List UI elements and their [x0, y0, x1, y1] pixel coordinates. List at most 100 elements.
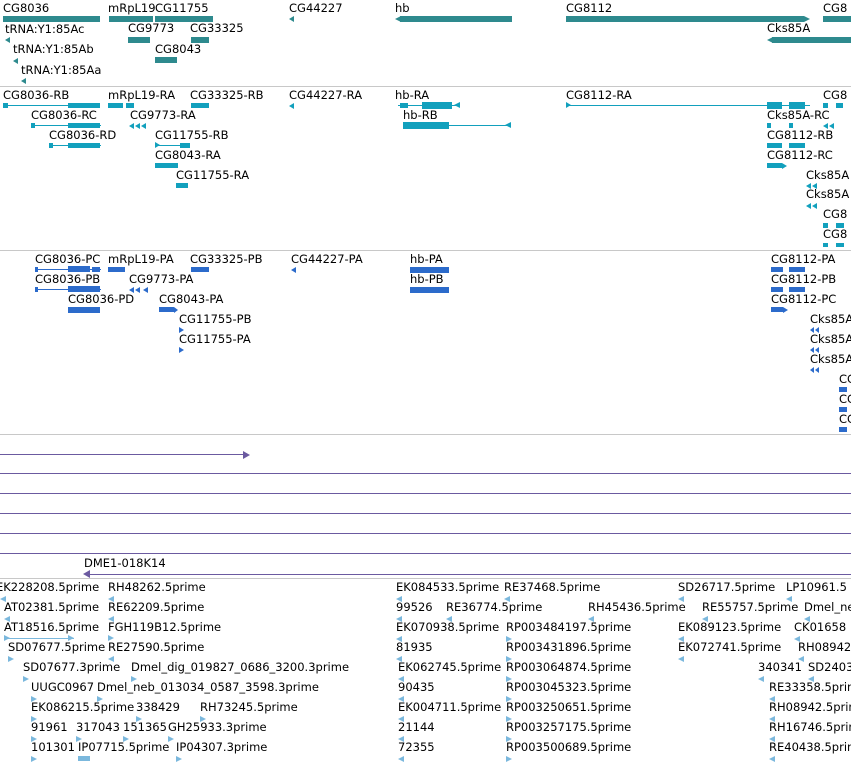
est-label[interactable]: EK228208.5prime [0, 581, 99, 594]
transcript-label[interactable]: CG8112-RA [566, 89, 632, 102]
transcript-label[interactable]: CG8036-RB [3, 89, 69, 102]
gene-label[interactable]: CG8036 [3, 2, 49, 15]
transcript-label[interactable]: mRpL19-RA [108, 89, 175, 102]
transcript-exon[interactable] [31, 123, 35, 128]
transcript-label[interactable]: CG8112-RB [767, 129, 833, 142]
est-label[interactable]: GH25933.3prime [168, 721, 267, 734]
est-label[interactable]: RH08942 [798, 641, 851, 654]
est-feature[interactable] [758, 676, 764, 682]
gene-label[interactable]: tRNA:Y1:85Ac [5, 23, 84, 36]
transcript-exon[interactable] [129, 123, 134, 129]
gene-label[interactable]: CG33325 [190, 22, 244, 35]
est-label[interactable]: Dmel_ne [804, 601, 851, 614]
protein-exon[interactable] [771, 307, 783, 312]
est-label[interactable]: 151365 [123, 721, 167, 734]
protein-label[interactable]: CG8112-PB [771, 273, 836, 286]
transcript-exon[interactable] [176, 183, 188, 188]
gene-label[interactable]: CG11755 [155, 2, 209, 15]
protein-label[interactable]: CG8036-PB [35, 273, 100, 286]
est-label[interactable]: EK086215.5prime [31, 701, 134, 714]
est-label[interactable]: RP003500689.5prime [506, 741, 631, 754]
protein-label[interactable]: CG11755-PB [179, 313, 252, 326]
gene-bar[interactable] [5, 37, 10, 43]
gene-label[interactable]: CG9773 [128, 22, 174, 35]
transcript-label[interactable]: CG9773-RA [130, 109, 196, 122]
est-label[interactable]: CK01658 [794, 621, 846, 634]
est-feature[interactable] [23, 676, 29, 682]
transcript-label[interactable]: Cks85A [806, 188, 849, 201]
est-feature[interactable] [78, 756, 90, 761]
clone-line[interactable] [0, 493, 851, 494]
protein-exon[interactable] [159, 307, 174, 312]
est-label[interactable]: EK089123.5prime [678, 621, 781, 634]
gene-label[interactable]: mRpL19 [108, 2, 156, 15]
est-label[interactable]: IP07715.5prime [78, 741, 169, 754]
est-feature[interactable] [176, 756, 182, 762]
transcript-exon[interactable] [836, 243, 844, 247]
gene-bar[interactable] [21, 78, 26, 84]
est-label[interactable]: RH16746.5prime [769, 721, 851, 734]
gene-bar[interactable] [400, 16, 512, 22]
transcript-label[interactable]: CG8036-RC [31, 109, 97, 122]
protein-label[interactable]: CG11755-PA [179, 333, 251, 346]
transcript-label[interactable]: CG8043-RA [155, 149, 221, 162]
protein-exon[interactable] [815, 367, 819, 373]
est-label[interactable]: AT18516.5prime [4, 621, 99, 634]
transcript-exon[interactable] [812, 203, 817, 209]
est-feature[interactable] [398, 756, 404, 762]
est-label[interactable]: 317043 [76, 721, 120, 734]
protein-exon[interactable] [179, 347, 184, 353]
transcript-exon[interactable] [141, 123, 146, 129]
gene-label[interactable]: CG8112 [566, 2, 612, 15]
protein-label[interactable]: CG8112-PC [771, 293, 836, 306]
est-label[interactable]: RP003064874.5prime [506, 661, 631, 674]
est-label[interactable]: EK084533.5prime [396, 581, 499, 594]
est-label[interactable]: SD07677.3prime [23, 661, 120, 674]
transcript-exon[interactable] [108, 103, 123, 108]
est-label[interactable]: RP003431896.5prime [506, 641, 631, 654]
est-feature[interactable] [769, 756, 775, 762]
clone-line[interactable] [0, 533, 851, 534]
est-label[interactable]: RP003250651.5prime [506, 701, 631, 714]
est-label[interactable]: EK004711.5prime [398, 701, 501, 714]
protein-label[interactable]: Cks85A [810, 353, 851, 366]
gene-bar[interactable] [823, 16, 851, 22]
est-label[interactable]: 90435 [398, 681, 435, 694]
est-label[interactable]: RH08942.5prime [769, 701, 851, 714]
est-label[interactable]: 72355 [398, 741, 435, 754]
protein-label[interactable]: CG8043-PA [159, 293, 223, 306]
transcript-label[interactable]: CG11755-RA [176, 169, 249, 182]
est-label[interactable]: RH48262.5prime [108, 581, 206, 594]
est-label[interactable]: RE55757.5prime [702, 601, 798, 614]
est-label[interactable]: RP003045323.5prime [506, 681, 631, 694]
est-label[interactable]: EK070938.5prime [396, 621, 499, 634]
est-label[interactable]: EK062745.5prime [398, 661, 501, 674]
est-feature[interactable] [8, 656, 14, 662]
est-label[interactable]: UUGC0967 [31, 681, 94, 694]
transcript-exon[interactable] [836, 103, 843, 108]
gene-label[interactable]: tRNA:Y1:85Aa [21, 64, 101, 77]
est-feature[interactable] [506, 756, 512, 762]
transcript-label[interactable]: CG11755-RB [155, 129, 229, 142]
transcript-exon[interactable] [403, 122, 449, 129]
transcript-label[interactable]: CG8112-RC [767, 149, 833, 162]
transcript-exon[interactable] [806, 203, 811, 209]
est-label[interactable]: RE62209.5prime [108, 601, 204, 614]
transcript-label[interactable]: CG33325-RB [190, 89, 264, 102]
protein-exon[interactable] [810, 367, 814, 373]
transcript-exon[interactable] [823, 243, 828, 247]
gene-label[interactable]: hb [395, 2, 410, 15]
est-label[interactable]: Dmel_neb_013034_0587_3598.3prime [97, 681, 319, 694]
transcript-exon[interactable] [49, 143, 53, 148]
clone-label[interactable]: DME1-018K14 [84, 557, 166, 570]
transcript-exon[interactable] [289, 103, 294, 109]
transcript-label[interactable]: Cks85A-RC [767, 109, 830, 122]
est-label[interactable]: SD07677.5prime [8, 641, 105, 654]
clone-line[interactable] [0, 473, 851, 474]
clone-line[interactable] [88, 574, 851, 575]
gene-label[interactable]: CG8043 [155, 43, 201, 56]
protein-exon[interactable] [839, 427, 847, 432]
est-feature[interactable] [678, 656, 684, 662]
clone-line[interactable] [0, 553, 851, 554]
est-label[interactable]: 340341 [758, 661, 802, 674]
